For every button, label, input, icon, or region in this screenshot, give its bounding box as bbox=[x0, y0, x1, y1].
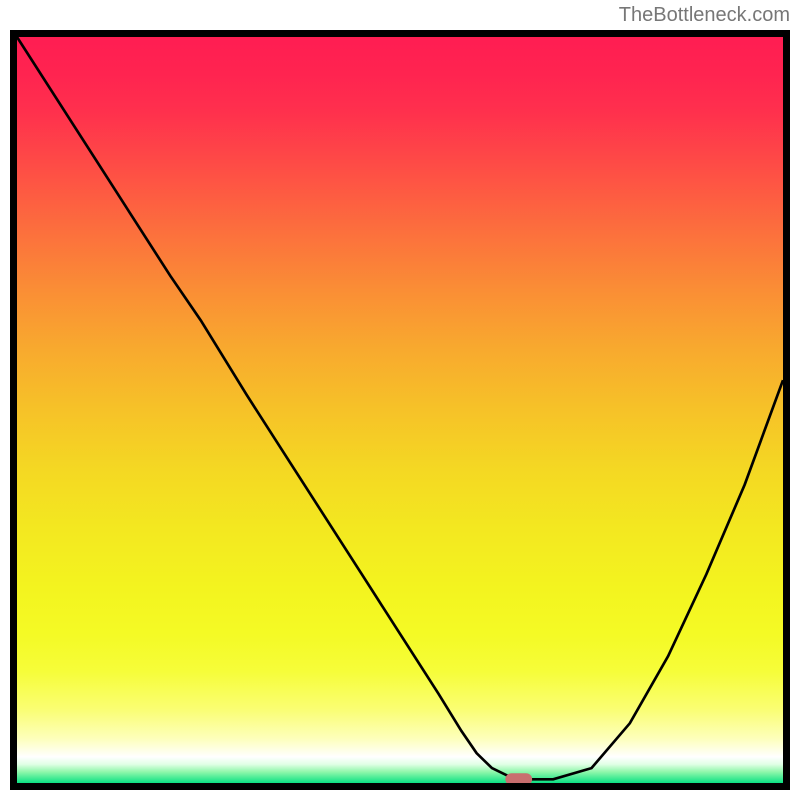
watermark-text: TheBottleneck.com bbox=[619, 4, 790, 27]
gradient-background bbox=[17, 37, 783, 783]
chart-svg bbox=[17, 37, 783, 783]
minimum-marker bbox=[505, 773, 532, 783]
chart-frame bbox=[10, 30, 790, 790]
chart-plot-area bbox=[17, 37, 783, 783]
